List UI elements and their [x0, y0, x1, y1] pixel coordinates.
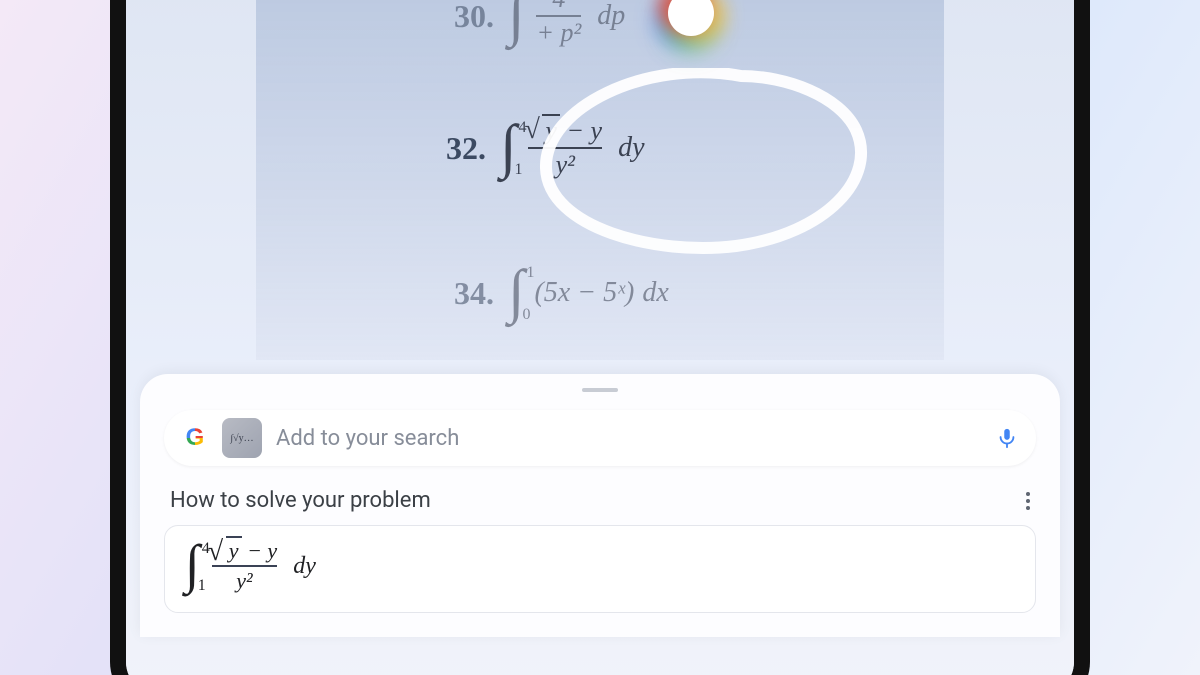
problem-32: 32. ∫ 4 1 y − y y² dy	[446, 118, 645, 178]
problem-34-number: 34.	[454, 275, 494, 312]
textbook-page: 30. ∫ 4 + p² dp 32. ∫ 4	[256, 0, 944, 360]
phone-frame: 30. ∫ 4 + p² dp 32. ∫ 4	[110, 0, 1090, 675]
search-image-chip[interactable]: ∫√y…	[222, 418, 262, 458]
voice-search-icon[interactable]	[996, 425, 1018, 451]
problem-30: 30. ∫ 4 + p² dp	[454, 0, 625, 46]
problem-34-integral: ∫ 1 0 (5x − 5ˣ) dx	[508, 270, 669, 316]
problem-32-number: 32.	[446, 130, 486, 167]
google-logo-icon: G	[182, 425, 208, 451]
result-header: How to solve your problem	[170, 488, 1030, 513]
search-input-placeholder[interactable]: Add to your search	[276, 426, 982, 451]
problem-30-number: 30.	[454, 0, 494, 35]
result-integral: ∫ 4 1 y − y y² dy	[185, 540, 316, 592]
screen: 30. ∫ 4 + p² dp 32. ∫ 4	[126, 0, 1074, 675]
results-sheet[interactable]: G ∫√y… Add to your search How to solve y…	[140, 374, 1060, 637]
problem-32-integral: ∫ 4 1 y − y y² dy	[500, 118, 645, 178]
more-options-icon[interactable]	[1026, 492, 1030, 510]
sheet-drag-handle[interactable]	[582, 388, 618, 392]
search-bar[interactable]: G ∫√y… Add to your search	[164, 410, 1036, 466]
result-title: How to solve your problem	[170, 488, 431, 513]
problem-30-integral: ∫ 4 + p² dp	[508, 0, 625, 46]
problem-34: 34. ∫ 1 0 (5x − 5ˣ) dx	[454, 270, 669, 316]
selection-cursor[interactable]	[668, 0, 714, 36]
result-equation-card[interactable]: ∫ 4 1 y − y y² dy	[164, 525, 1036, 613]
